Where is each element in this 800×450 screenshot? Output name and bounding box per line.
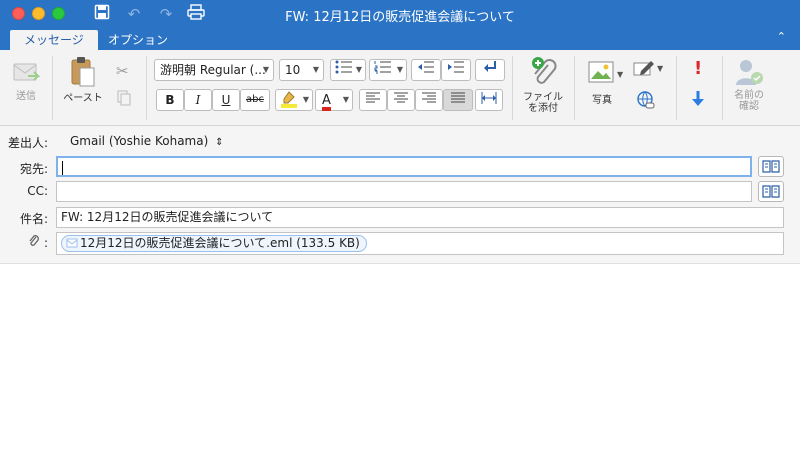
bullet-list-button[interactable]: ▼ (330, 59, 366, 81)
underline-button[interactable]: U (212, 89, 240, 111)
chevron-down-icon: ▼ (302, 95, 309, 104)
check-names-icon (736, 60, 763, 85)
font-name-value: 游明朝 Regular (... (160, 63, 266, 77)
photo-label: 写真 (592, 95, 612, 106)
highlighter-icon (281, 91, 297, 108)
italic-button[interactable]: I (184, 89, 212, 111)
distribute-icon (481, 92, 497, 104)
cut-icon[interactable]: ✂ (116, 62, 129, 80)
attach-file-button[interactable]: ファイル を添付 (518, 55, 568, 114)
attach-file-label-1: ファイル (523, 92, 563, 103)
attach-file-label-2: を添付 (528, 103, 558, 114)
font-size-value: 10 (285, 63, 301, 77)
text-direction-button[interactable] (475, 59, 505, 81)
message-header-form: 差出人: Gmail (Yoshie Kohama) ⇕ 宛先: CC: 件名:… (0, 126, 800, 264)
cc-address-book-button[interactable] (758, 181, 784, 202)
bold-button[interactable]: B (156, 89, 184, 111)
highlight-button[interactable]: ▼ (275, 89, 313, 111)
align-right-icon (422, 92, 436, 103)
increase-indent-button[interactable] (441, 59, 471, 81)
address-book-icon (762, 185, 780, 198)
high-importance-icon[interactable]: ! (694, 58, 702, 79)
chevron-down-icon: ▼ (355, 65, 362, 74)
align-center-icon (394, 92, 408, 103)
to-address-book-button[interactable] (758, 156, 784, 177)
ribbon-tab-bar: メッセージ オプション ⌃ (0, 28, 800, 50)
to-field[interactable] (56, 156, 752, 177)
send-button[interactable]: 送信 (6, 58, 46, 102)
tab-options[interactable]: オプション (94, 30, 182, 50)
copy-icon[interactable] (117, 90, 131, 109)
message-body-editor[interactable] (0, 265, 800, 450)
attachment-label: : (43, 236, 48, 250)
to-label: 宛先: (19, 162, 48, 176)
collapse-ribbon-icon[interactable]: ⌃ (777, 30, 786, 43)
attachment-chip[interactable]: 12月12日の販売促進会議について.eml (133.5 KB) (61, 235, 367, 252)
bullet-list-icon (335, 60, 352, 74)
paperclip-icon (532, 57, 557, 84)
from-label: 差出人: (7, 136, 48, 150)
justify-button[interactable] (443, 89, 473, 111)
paste-button[interactable]: ペースト (58, 56, 108, 104)
subject-label: 件名: (19, 212, 48, 226)
chevron-down-icon: ▼ (312, 65, 319, 74)
font-size-select[interactable]: 10 ▼ (279, 59, 324, 81)
link-icon[interactable] (635, 90, 655, 113)
check-names-button[interactable]: 名前の 確認 (728, 57, 770, 112)
decrease-indent-icon (418, 61, 434, 73)
font-name-select[interactable]: 游明朝 Regular (... ▼ (154, 59, 274, 81)
send-label: 送信 (16, 91, 36, 102)
address-book-icon (762, 160, 780, 173)
justify-icon (451, 92, 465, 103)
numbered-list-button[interactable]: ▼ (369, 59, 407, 81)
ribbon: 送信 ペースト ✂ 游明朝 Regular (... ▼ 10 ▼ ▼ ▼ B … (0, 50, 800, 126)
increase-indent-icon (448, 61, 464, 73)
attachment-field: 12月12日の販売促進会議について.eml (133.5 KB) (56, 232, 784, 255)
chevron-down-icon: ▼ (396, 65, 403, 74)
send-icon (13, 63, 41, 81)
align-center-button[interactable] (387, 89, 415, 111)
attachment-filename: 12月12日の販売促進会議について.eml (133.5 KB) (80, 236, 360, 250)
distribute-button[interactable] (475, 89, 503, 111)
email-file-icon (66, 237, 78, 253)
from-account-value: Gmail (Yoshie Kohama) (70, 134, 209, 148)
return-arrow-icon (484, 61, 496, 72)
from-account-select[interactable]: Gmail (Yoshie Kohama) ⇕ (70, 134, 224, 148)
title-bar: ↶ ↷ FW: 12月12日の販売促進会議について (0, 0, 800, 28)
text-caret (62, 160, 63, 175)
subject-field[interactable]: FW: 12月12日の販売促進会議について (56, 207, 784, 228)
paste-label: ペースト (63, 93, 103, 104)
align-left-button[interactable] (359, 89, 387, 111)
chevron-down-icon[interactable]: ▼ (617, 70, 623, 79)
cc-label: CC: (27, 184, 48, 198)
check-names-label-2: 確認 (739, 101, 759, 112)
chevron-down-icon: ▼ (342, 95, 349, 104)
align-right-button[interactable] (415, 89, 443, 111)
strikethrough-button[interactable]: abc (240, 89, 270, 111)
chevron-down-icon[interactable]: ▼ (657, 64, 663, 73)
photo-icon (588, 61, 614, 83)
window-title: FW: 12月12日の販売促進会議について (285, 10, 515, 25)
photo-button[interactable]: 写真 (580, 60, 624, 106)
low-importance-icon[interactable] (690, 90, 706, 111)
align-left-icon (366, 92, 380, 103)
chevron-updown-icon: ⇕ (215, 137, 224, 148)
numbered-list-icon (374, 61, 391, 74)
check-names-label-1: 名前の (734, 90, 764, 101)
cc-field[interactable] (56, 181, 752, 202)
tab-message[interactable]: メッセージ (10, 30, 98, 50)
signature-icon[interactable] (633, 60, 655, 81)
clipboard-icon (71, 57, 95, 87)
decrease-indent-button[interactable] (411, 59, 441, 81)
chevron-down-icon: ▼ (262, 65, 269, 74)
font-color-button[interactable]: A ▼ (315, 89, 353, 111)
font-color-label: A (322, 94, 331, 111)
